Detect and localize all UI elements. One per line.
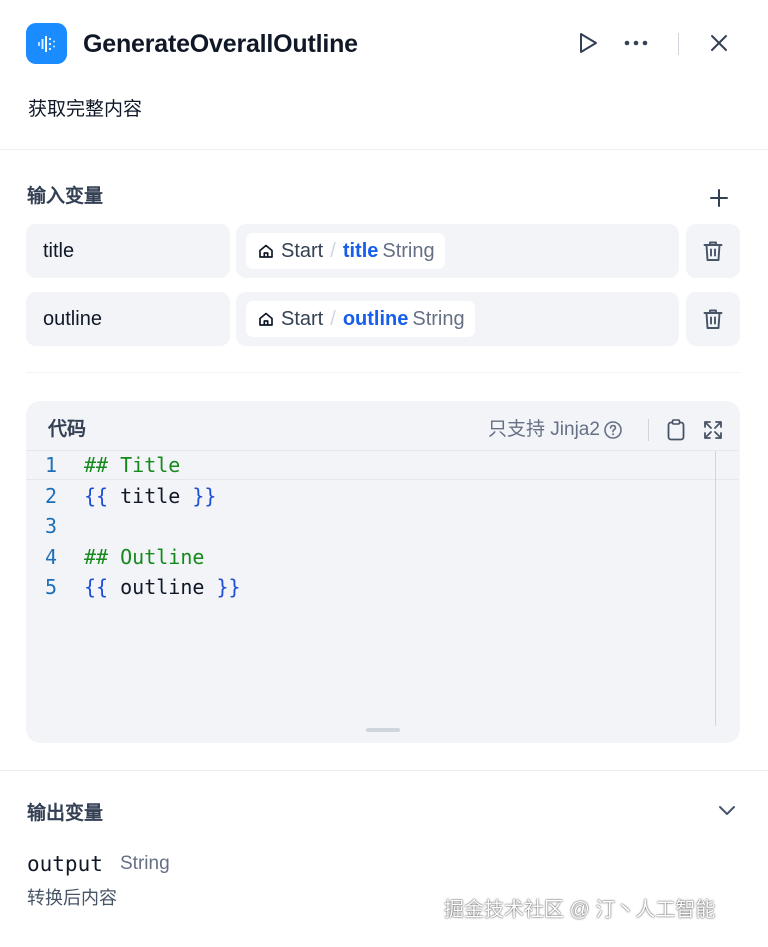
watermark: 掘金技术社区 @ 汀丶人工智能	[444, 899, 716, 921]
trash-icon[interactable]	[686, 292, 740, 346]
output-variables-title: 输出变量	[27, 803, 104, 824]
code-text: {{ outline }}	[84, 572, 241, 603]
code-token: {{	[84, 483, 109, 508]
help-icon[interactable]	[603, 420, 623, 440]
node-description[interactable]: 获取完整内容	[28, 96, 142, 124]
node-title[interactable]: GenerateOverallOutline	[83, 26, 358, 62]
code-line[interactable]: 4 ## Outline	[26, 542, 716, 573]
scrollbar-track[interactable]	[715, 451, 716, 726]
panel-header: GenerateOverallOutline 获取完整内容	[0, 0, 768, 150]
code-label: 代码	[48, 419, 87, 440]
toolbar-divider	[648, 419, 649, 441]
section-divider	[26, 372, 740, 373]
variable-reference-selector[interactable]: Start / title String	[236, 224, 679, 278]
copy-icon[interactable]	[662, 415, 690, 445]
code-token: }}	[192, 483, 217, 508]
plus-icon[interactable]	[702, 181, 736, 215]
code-token: {{	[84, 575, 109, 599]
ref-node-name: Start	[281, 239, 324, 262]
more-icon[interactable]	[618, 24, 654, 62]
code-text: {{ title }}	[84, 481, 216, 512]
variable-name-input[interactable]: outline	[26, 292, 230, 346]
resize-handle[interactable]	[366, 728, 400, 732]
code-token: ## Outline	[84, 544, 205, 569]
code-line[interactable]: 3	[26, 511, 716, 542]
node-config-panel: GenerateOverallOutline 获取完整内容 输入变量 title…	[0, 0, 768, 947]
jinja-support-note: 只支持 Jinja2	[488, 417, 623, 443]
line-number: 4	[45, 544, 58, 569]
variable-reference-selector[interactable]: Start / outline String	[236, 292, 679, 346]
chevron-down-icon[interactable]	[712, 796, 742, 826]
line-number: 5	[45, 575, 58, 599]
home-icon	[259, 312, 273, 326]
code-token: title	[108, 483, 193, 508]
line-number: 3	[45, 514, 58, 538]
variable-reference-chip[interactable]: Start / title String	[246, 233, 445, 269]
trash-icon[interactable]	[686, 224, 740, 278]
ref-variable-type: String	[412, 307, 465, 330]
line-number: 2	[45, 483, 58, 508]
code-text: ## Outline	[84, 542, 204, 573]
code-line[interactable]: 5 {{ outline }}	[26, 572, 716, 603]
home-icon	[259, 244, 273, 258]
output-variable-name: output	[27, 852, 103, 876]
code-token: ## Title	[84, 453, 181, 477]
output-variable-description: 转换后内容	[27, 888, 117, 908]
section-divider	[0, 770, 768, 771]
jinja-support-text: 只支持 Jinja2	[488, 419, 600, 440]
expand-icon[interactable]	[699, 415, 727, 445]
code-text: ## Title	[84, 450, 180, 481]
close-icon[interactable]	[701, 24, 737, 62]
run-icon[interactable]	[570, 24, 606, 62]
code-token: }}	[216, 575, 241, 599]
code-editor[interactable]: 代码 只支持 Jinja2 1 ## Title 2 {{ title }} 3 4 ## …	[26, 401, 740, 743]
code-lines[interactable]: 1 ## Title 2 {{ title }} 3 4 ## Outline 5 {{ out…	[26, 450, 716, 603]
header-divider	[678, 33, 679, 55]
code-node-icon	[26, 23, 67, 64]
input-variables-title: 输入变量	[27, 186, 104, 207]
variable-reference-chip[interactable]: Start / outline String	[246, 301, 475, 337]
ref-variable-name: title	[342, 239, 379, 262]
output-variable-type: String	[120, 853, 170, 874]
code-line[interactable]: 1 ## Title	[26, 450, 716, 481]
ref-variable-type: String	[382, 239, 435, 262]
code-token: outline	[108, 575, 217, 599]
ref-separator: /	[330, 239, 336, 262]
variable-name-input[interactable]: title	[26, 224, 230, 278]
ref-node-name: Start	[281, 307, 324, 330]
code-line[interactable]: 2 {{ title }}	[26, 481, 716, 512]
ref-variable-name: outline	[342, 307, 409, 330]
line-number: 1	[45, 453, 58, 477]
ref-separator: /	[330, 307, 336, 330]
